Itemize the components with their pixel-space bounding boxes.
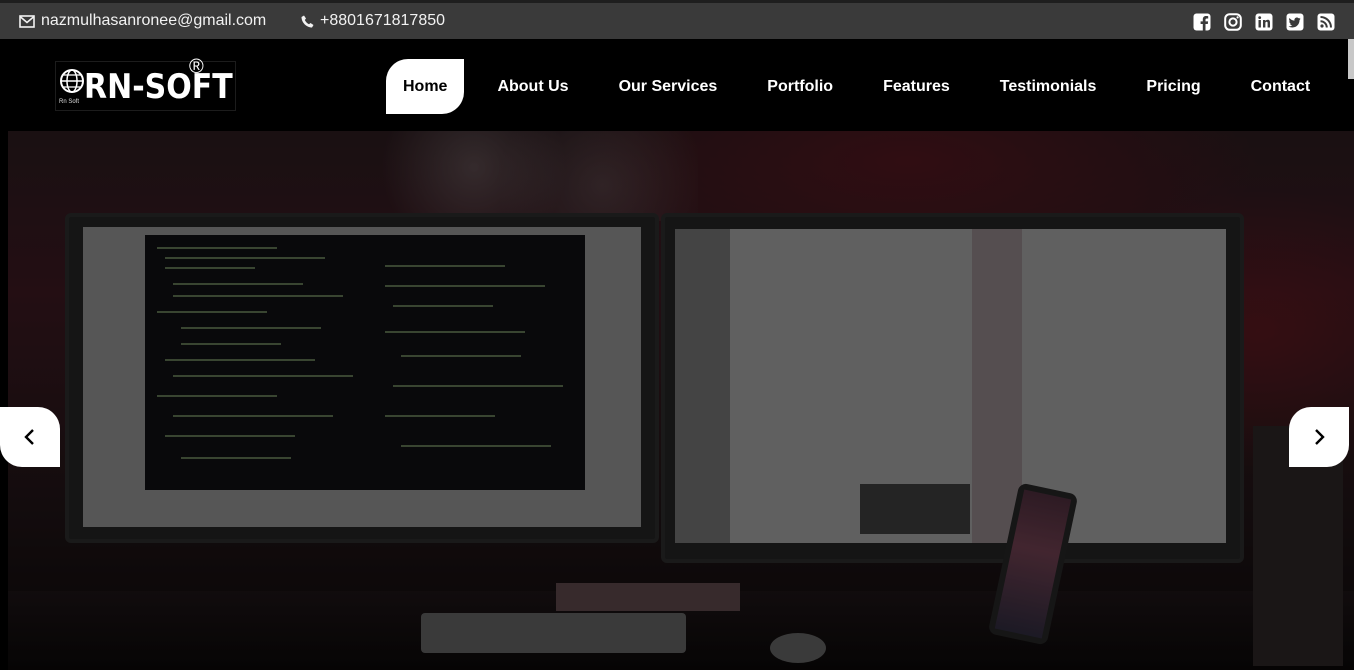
twitter-icon[interactable]: [1285, 12, 1305, 32]
phone-contact[interactable]: +8801671817850: [301, 12, 445, 30]
nav-testimonials[interactable]: Testimonials: [983, 59, 1114, 114]
registered-mark: ®: [189, 56, 204, 78]
nav-features[interactable]: Features: [866, 59, 967, 114]
logo-text: RN-SOFT: [84, 68, 233, 108]
hero-slider: [8, 131, 1354, 670]
slider-next-button[interactable]: [1289, 407, 1349, 467]
rss-icon[interactable]: [1316, 12, 1336, 32]
phone-icon: [301, 15, 314, 28]
nav-about-us[interactable]: About Us: [480, 59, 585, 114]
facebook-icon[interactable]: [1192, 12, 1212, 32]
main-header: RN-SOFT ® Rn Soft Home About Us Our Serv…: [0, 39, 1354, 131]
chevron-right-icon: [1315, 429, 1325, 445]
logo-tagline: Rn Soft: [59, 99, 80, 105]
email-contact[interactable]: nazmulhasanronee@gmail.com: [19, 12, 266, 30]
site-logo[interactable]: RN-SOFT ® Rn Soft: [55, 56, 236, 111]
chevron-left-icon: [24, 429, 34, 445]
top-info-bar: nazmulhasanronee@gmail.com +880167181785…: [0, 0, 1354, 39]
email-text[interactable]: nazmulhasanronee@gmail.com: [41, 12, 266, 30]
main-navigation: Home About Us Our Services Portfolio Fea…: [386, 59, 1343, 114]
social-links: [1192, 12, 1336, 32]
phone-text[interactable]: +8801671817850: [320, 12, 445, 30]
nav-contact[interactable]: Contact: [1234, 59, 1328, 114]
instagram-icon[interactable]: [1223, 12, 1243, 32]
slider-prev-button[interactable]: [0, 407, 60, 467]
nav-home[interactable]: Home: [386, 59, 465, 114]
globe-icon: [60, 69, 84, 93]
envelope-icon: [19, 14, 35, 28]
linkedin-icon[interactable]: [1254, 12, 1274, 32]
nav-pricing[interactable]: Pricing: [1129, 59, 1217, 114]
nav-portfolio[interactable]: Portfolio: [750, 59, 850, 114]
nav-our-services[interactable]: Our Services: [602, 59, 735, 114]
page-scrollbar[interactable]: [1348, 39, 1354, 79]
